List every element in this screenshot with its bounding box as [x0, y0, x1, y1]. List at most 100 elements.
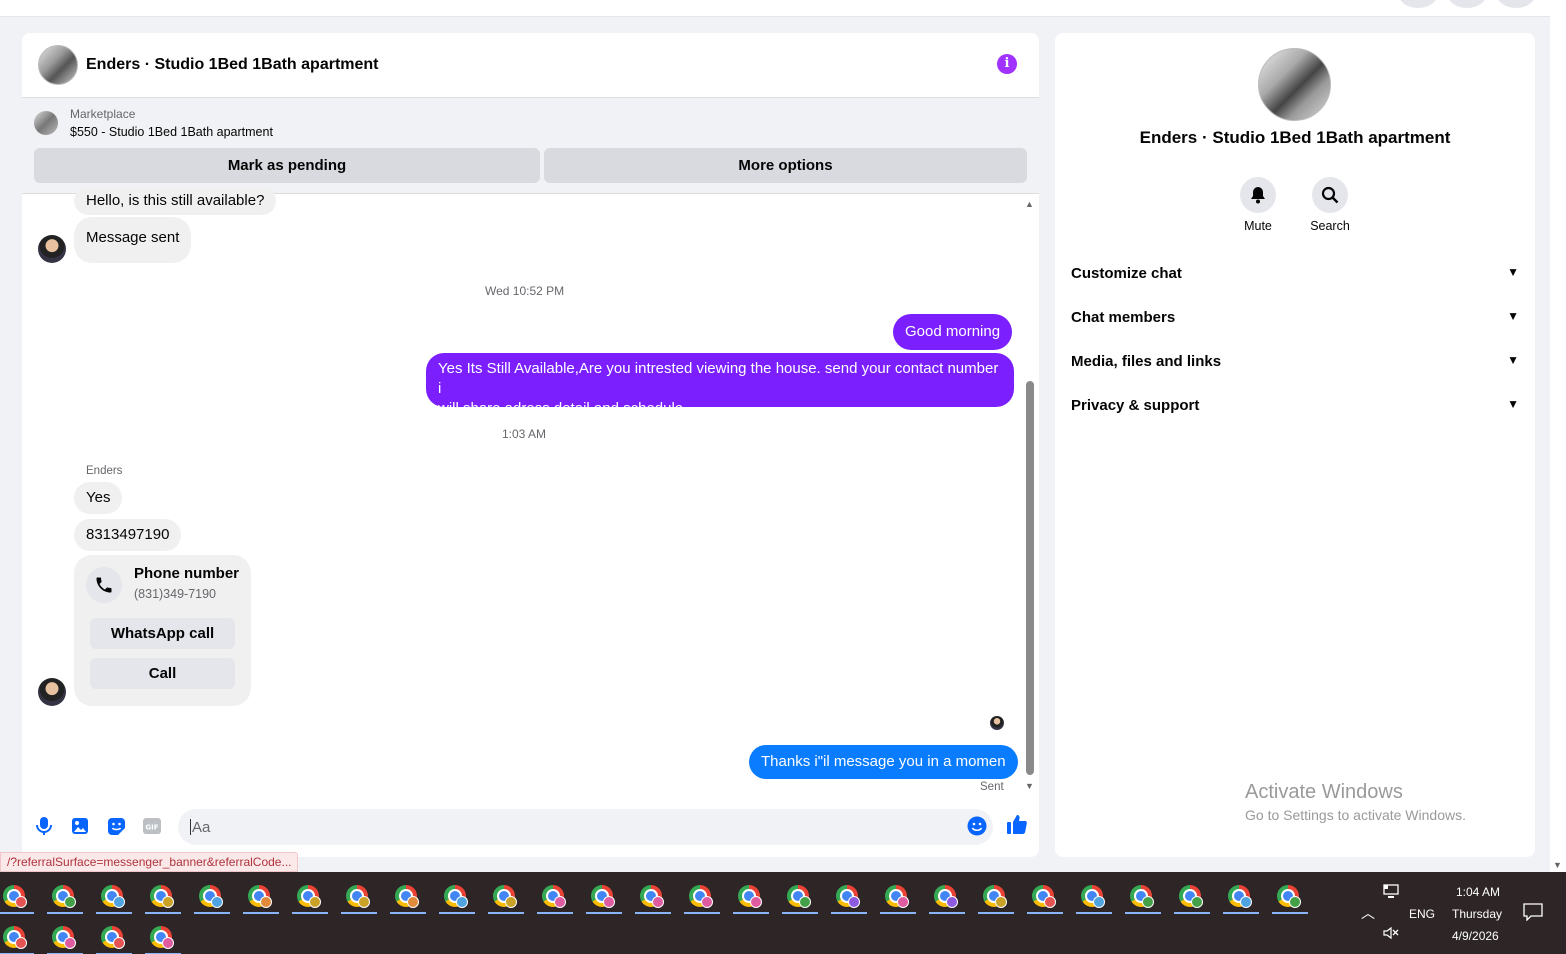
taskbar-chrome-profile[interactable] [145, 878, 181, 914]
muted-speaker-icon[interactable] [1383, 926, 1399, 943]
call-button[interactable]: Call [90, 658, 235, 689]
network-icon[interactable] [1383, 884, 1401, 903]
taskbar-chrome-profile[interactable] [243, 878, 279, 914]
profile-badge-icon [113, 937, 125, 949]
taskbar-chrome-profile[interactable] [1272, 878, 1308, 914]
thumbs-up-icon[interactable] [1006, 813, 1028, 835]
top-round-button[interactable] [1398, 0, 1438, 8]
taskbar-chrome-profile[interactable] [47, 919, 83, 954]
scroll-down-arrow[interactable]: ▼ [1025, 781, 1034, 791]
taskbar-chrome-profile[interactable] [733, 878, 769, 914]
taskbar-chrome-profile[interactable] [47, 878, 83, 914]
taskbar-chrome-profile[interactable] [96, 919, 132, 954]
section-label: Media, files and links [1071, 353, 1222, 370]
taskbar-chrome-profile[interactable] [635, 878, 671, 914]
taskbar-chrome-profile[interactable] [782, 878, 818, 914]
running-indicator [292, 912, 328, 914]
profile-badge-icon [162, 937, 174, 949]
clock-time[interactable]: 1:04 AM [1456, 885, 1500, 899]
top-round-button[interactable] [1447, 0, 1487, 8]
message-input[interactable]: Aa [178, 809, 993, 845]
phone-icon [86, 567, 122, 603]
taskbar-chrome-profile[interactable] [194, 878, 230, 914]
message-bubble[interactable]: Message sent [74, 217, 192, 263]
taskbar-chrome-profile[interactable] [1223, 878, 1259, 914]
message-bubble[interactable]: 8313497190 [74, 519, 182, 551]
taskbar-chrome-profile[interactable] [684, 878, 720, 914]
sent-message-bubble[interactable]: Yes Its Still Available,Are you intreste… [426, 353, 1014, 417]
info-icon[interactable]: i [997, 54, 1017, 74]
gif-icon[interactable]: GIF [141, 815, 163, 837]
more-options-button[interactable]: More options [544, 148, 1027, 183]
taskbar-chrome-profile[interactable] [96, 878, 132, 914]
emoji-icon[interactable] [966, 815, 988, 837]
message-scrollbar[interactable]: ▲ ▼ [1025, 199, 1035, 793]
scrollbar-thumb[interactable] [1026, 381, 1034, 775]
taskbar-chrome-profile[interactable] [978, 878, 1014, 914]
listing-thumbnail[interactable] [34, 111, 58, 135]
scroll-down-arrow[interactable]: ▼ [1553, 860, 1562, 870]
mark-pending-button[interactable]: Mark as pending [34, 148, 540, 183]
clock-date[interactable]: 4/9/2026 [1452, 929, 1499, 943]
taskbar-chrome-profile[interactable] [1125, 878, 1161, 914]
chevron-down-icon: ▼ [1507, 309, 1519, 323]
svg-text:GIF: GIF [145, 824, 158, 832]
mute-button[interactable]: Mute [1228, 177, 1288, 233]
sent-message-bubble[interactable]: Good morning [893, 314, 1013, 350]
taskbar-chrome-profile[interactable] [1027, 878, 1063, 914]
sent-message-bubble[interactable]: Thanks i"il message you in a momen [749, 745, 1018, 779]
scroll-up-arrow[interactable]: ▲ [1025, 199, 1034, 209]
taskbar-chrome-profile[interactable] [1174, 878, 1210, 914]
section-privacy-support[interactable]: Privacy & support ▼ [1071, 397, 1519, 425]
marketplace-banner: Marketplace $550 - Studio 1Bed 1Bath apa… [22, 98, 1039, 194]
taskbar-chrome-profile[interactable] [1076, 878, 1112, 914]
chevron-down-icon: ▼ [1507, 397, 1519, 411]
notification-icon[interactable] [1523, 903, 1543, 924]
taskbar-chrome-profile[interactable] [0, 878, 34, 914]
language-indicator[interactable]: ENG [1409, 907, 1435, 921]
running-indicator [0, 912, 34, 914]
running-indicator [537, 912, 573, 914]
listing-title[interactable]: $550 - Studio 1Bed 1Bath apartment [70, 125, 273, 139]
taskbar-chrome-profile[interactable] [145, 919, 181, 954]
whatsapp-call-button[interactable]: WhatsApp call [90, 618, 235, 649]
clock-day[interactable]: Thursday [1452, 907, 1502, 921]
taskbar-chrome-profile[interactable] [390, 878, 426, 914]
search-button[interactable]: Search [1300, 177, 1360, 233]
section-customize-chat[interactable]: Customize chat ▼ [1071, 265, 1519, 293]
chevron-up-icon[interactable]: ︿ [1361, 903, 1375, 923]
taskbar-chrome-profile[interactable] [831, 878, 867, 914]
conversation-avatar[interactable] [38, 45, 78, 85]
taskbar-chrome-profile[interactable] [439, 878, 475, 914]
page-scrollbar[interactable]: ▼ [1550, 0, 1566, 872]
profile-badge-icon [1191, 896, 1203, 908]
profile-badge-icon [750, 896, 762, 908]
card-phone-number: (831)349-7190 [134, 587, 217, 601]
running-indicator [635, 912, 671, 914]
taskbar-chrome-profile[interactable] [880, 878, 916, 914]
top-round-button[interactable] [1496, 0, 1536, 8]
taskbar-chrome-profile[interactable] [537, 878, 573, 914]
image-icon[interactable] [69, 815, 91, 837]
profile-avatar[interactable] [1258, 48, 1331, 121]
avatar[interactable] [38, 678, 66, 706]
profile-title[interactable]: Enders · Studio 1Bed 1Bath apartment [1055, 128, 1535, 148]
taskbar-chrome-profile[interactable] [341, 878, 377, 914]
section-media-files-links[interactable]: Media, files and links ▼ [1071, 353, 1519, 381]
taskbar-chrome-profile[interactable] [292, 878, 328, 914]
taskbar-chrome-profile[interactable] [488, 878, 524, 914]
message-bubble[interactable]: Yes [74, 482, 123, 514]
browser-top-strip [0, 0, 1550, 17]
microphone-icon[interactable] [33, 815, 55, 837]
taskbar-chrome-profile[interactable] [0, 919, 34, 954]
running-indicator [488, 912, 524, 914]
sender-name: Enders [86, 465, 123, 477]
taskbar-chrome-profile[interactable] [586, 878, 622, 914]
sticker-icon[interactable] [105, 815, 127, 837]
message-bubble[interactable]: Hello, is this still available? [74, 187, 277, 215]
avatar[interactable] [38, 235, 66, 263]
phone-number-card: Phone number (831)349-7190 WhatsApp call… [74, 555, 251, 706]
section-chat-members[interactable]: Chat members ▼ [1071, 309, 1519, 337]
conversation-title[interactable]: Enders · Studio 1Bed 1Bath apartment [86, 56, 379, 74]
taskbar-chrome-profile[interactable] [929, 878, 965, 914]
